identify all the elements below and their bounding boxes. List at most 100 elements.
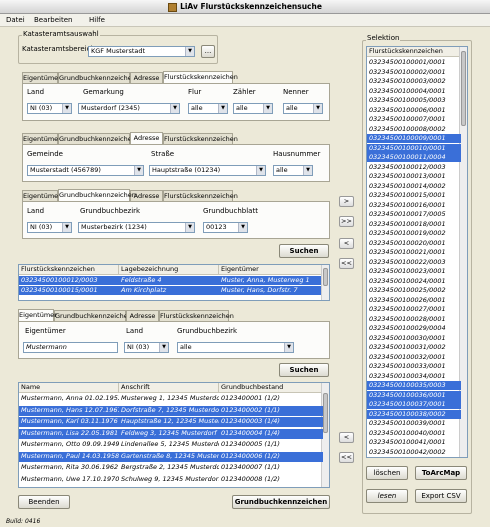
list-item[interactable]: 03234500100021/0001 bbox=[367, 248, 461, 257]
zaehler-select[interactable]: alle ▼ bbox=[233, 103, 273, 114]
list-item[interactable]: 03234500100026/0001 bbox=[367, 296, 461, 305]
lesen-button[interactable]: lesen bbox=[366, 489, 408, 503]
tab-adresse[interactable]: Adresse bbox=[126, 310, 159, 321]
tab-flurstueckskennzeichen[interactable]: Flurstückskennzeichen bbox=[163, 133, 238, 144]
list-item[interactable]: 03234500100032/0001 bbox=[367, 353, 461, 362]
list-item[interactable]: 03234500100018/0001 bbox=[367, 220, 461, 229]
list-item[interactable]: 03234500100013/0001 bbox=[367, 172, 461, 181]
table-row[interactable]: 03234500100015/0001 Am Kirchplatz Muster, … bbox=[19, 286, 323, 295]
add-all-button[interactable]: >> bbox=[339, 216, 354, 227]
eigentuemer-input[interactable]: Mustermann bbox=[23, 342, 118, 353]
land-select[interactable]: NI (03) ▼ bbox=[27, 222, 72, 233]
tab-flurstueckskennzeichen[interactable]: Flurstückskennzeichen bbox=[163, 190, 238, 201]
export-csv-button[interactable]: Export CSV bbox=[415, 489, 467, 503]
suchen-button-1[interactable]: Suchen bbox=[279, 244, 329, 258]
table-row[interactable]: Mustermann, Lisa 22.05.1981 Feldweg 3, 12… bbox=[19, 428, 323, 439]
remove-all-button[interactable]: << bbox=[339, 452, 354, 463]
gemarkung-select[interactable]: Musterdorf (2345) ▼ bbox=[78, 103, 180, 114]
tab-flurstueckskennzeichen[interactable]: Flurstückskennzeichen bbox=[159, 310, 234, 321]
list-item[interactable]: 03234500100035/0003 bbox=[367, 381, 461, 390]
list-item[interactable]: 03234500100027/0001 bbox=[367, 305, 461, 314]
tab-flurstueckskennzeichen[interactable]: Flurstückskennzeichen bbox=[163, 71, 238, 83]
column-header[interactable]: Anschrift bbox=[119, 383, 219, 393]
list-item[interactable]: 03234500100008/0002 bbox=[367, 125, 461, 134]
list-item[interactable]: 03234500100003/0002 bbox=[367, 77, 461, 86]
column-header[interactable]: Name bbox=[19, 383, 119, 393]
tab-grundbuchkennzeichen[interactable]: Grundbuchkennzeichen bbox=[58, 72, 136, 83]
list-item[interactable]: 03234500100010/0001 bbox=[367, 143, 461, 153]
remove-selection-button[interactable]: < bbox=[339, 432, 354, 443]
tab-adresse[interactable]: Adresse bbox=[130, 72, 163, 83]
table-row[interactable]: 03234500100012/0003 Feldstraße 4 Muster, A… bbox=[19, 276, 323, 285]
strasse-select[interactable]: Hauptstraße (01234) ▼ bbox=[149, 165, 266, 176]
tab-grundbuchkennzeichen[interactable]: Grundbuchkennzeichen bbox=[58, 133, 136, 144]
menu-hilfe[interactable]: Hilfe bbox=[89, 16, 105, 24]
list-item[interactable]: 03234500100034/0001 bbox=[367, 372, 461, 381]
column-header[interactable]: Flurstückskennzeichen bbox=[19, 265, 119, 275]
gemeinde-select[interactable]: Musterstadt (456789) ▼ bbox=[27, 165, 144, 176]
table-row[interactable]: Mustermann, Hans 12.07.1967 Dorfstraße 7,… bbox=[19, 405, 323, 416]
list-item[interactable]: 03234500100037/0001 bbox=[367, 400, 461, 409]
list-item[interactable]: 03234500100036/0001 bbox=[367, 390, 461, 400]
list-item[interactable]: 03234500100025/0002 bbox=[367, 286, 461, 295]
list-item[interactable]: 03234500100030/0001 bbox=[367, 334, 461, 343]
land-select[interactable]: NI (03) ▼ bbox=[124, 342, 169, 353]
tab-eigentuemer[interactable]: Eigentümer bbox=[22, 133, 61, 144]
menu-bearbeiten[interactable]: Bearbeiten bbox=[34, 16, 72, 24]
list-item[interactable]: 03234500100029/0004 bbox=[367, 324, 461, 333]
table-row[interactable]: Mustermann, Uwe 17.10.1970 Schulweg 9, 12… bbox=[19, 475, 323, 485]
grundbuchblatt-select[interactable]: 00123 ▼ bbox=[203, 222, 248, 233]
suchen-button-2[interactable]: Suchen bbox=[279, 363, 329, 377]
list-item[interactable]: 03234500100042/0002 bbox=[367, 448, 461, 457]
list-item[interactable]: 03234500100022/0003 bbox=[367, 258, 461, 267]
katasteramt-browse-button[interactable]: ... bbox=[201, 45, 215, 58]
list-item[interactable]: 03234500100009/0001 bbox=[367, 134, 461, 143]
grundbuchkennzeichen-button[interactable]: Grundbuchkennzeichen bbox=[232, 495, 330, 509]
table-row[interactable]: Mustermann, Anna 01.02.1953 Musterweg 1, … bbox=[19, 394, 323, 404]
tab-adresse[interactable]: Adresse bbox=[130, 132, 163, 144]
list-item[interactable]: 03234500100016/0001 bbox=[367, 201, 461, 210]
column-header[interactable]: Lagebezeichnung bbox=[119, 265, 219, 275]
table-row[interactable]: Mustermann, Paul 14.03.1958 Gartenstraße … bbox=[19, 451, 323, 462]
list-item[interactable]: 03234500100019/0002 bbox=[367, 229, 461, 238]
list-item[interactable]: 03234500100020/0001 bbox=[367, 239, 461, 248]
list-item[interactable]: 03234500100012/0003 bbox=[367, 163, 461, 172]
land-select[interactable]: NI (03) ▼ bbox=[27, 103, 72, 114]
list-item[interactable]: 03234500100007/0001 bbox=[367, 115, 461, 124]
grundbuchbezirk-select[interactable]: alle ▼ bbox=[177, 342, 294, 353]
column-header[interactable]: Grundbuchbestand bbox=[219, 383, 323, 393]
list-item[interactable]: 03234500100014/0002 bbox=[367, 182, 461, 191]
list-item[interactable]: 03234500100041/0001 bbox=[367, 438, 461, 447]
list-item[interactable]: 03234500100001/0001 bbox=[367, 58, 461, 67]
list-item[interactable]: 03234500100002/0001 bbox=[367, 68, 461, 77]
list-item[interactable]: 03234500100023/0001 bbox=[367, 267, 461, 276]
table-row[interactable]: Mustermann, Rita 30.06.1962 Bergstraße 2,… bbox=[19, 463, 323, 473]
remove-selection-button[interactable]: < bbox=[339, 238, 354, 249]
loeschen-button[interactable]: löschen bbox=[366, 466, 408, 480]
list-item[interactable]: 03234500100033/0001 bbox=[367, 362, 461, 371]
add-selection-button[interactable]: > bbox=[339, 196, 354, 207]
tab-grundbuchkennzeichen[interactable]: Grundbuchkennzeichen bbox=[54, 310, 132, 321]
table-row[interactable]: Mustermann, Otto 09.09.1949 Lindenallee 5… bbox=[19, 440, 323, 450]
toarcmap-button[interactable]: ToArcMap bbox=[415, 466, 467, 480]
list-item[interactable]: 03234500100031/0002 bbox=[367, 343, 461, 352]
list-item[interactable]: 03234500100011/0004 bbox=[367, 153, 461, 162]
list-item[interactable]: 03234500100039/0001 bbox=[367, 419, 461, 428]
beenden-button[interactable]: Beenden bbox=[18, 495, 70, 509]
remove-all-button[interactable]: << bbox=[339, 258, 354, 269]
list-item[interactable]: 03234500100040/0001 bbox=[367, 429, 461, 438]
list-item[interactable]: 03234500100024/0001 bbox=[367, 277, 461, 286]
table-row[interactable]: Mustermann, Karl 03.11.1976 Hauptstraße 1… bbox=[19, 417, 323, 427]
list-item[interactable]: 03234500100028/0001 bbox=[367, 315, 461, 324]
katasteramtsbereich-select[interactable]: KGF Musterstadt ▼ bbox=[88, 46, 195, 57]
flur-select[interactable]: alle ▼ bbox=[188, 103, 228, 114]
list-item[interactable]: 03234500100005/0003 bbox=[367, 96, 461, 105]
list-item[interactable]: 03234500100006/0001 bbox=[367, 106, 461, 115]
tab-eigentuemer[interactable]: Eigentümer bbox=[22, 72, 61, 83]
tab-grundbuchkennzeichen[interactable]: Grundbuchkennzeichen bbox=[58, 189, 136, 201]
list-item[interactable]: 03234500100038/0002 bbox=[367, 409, 461, 419]
grundbuchbezirk-select[interactable]: Musterbezirk (1234) ▼ bbox=[78, 222, 195, 233]
tab-eigentuemer[interactable]: Eigentümer bbox=[18, 309, 57, 321]
tab-eigentuemer[interactable]: Eigentümer bbox=[22, 190, 61, 201]
list-item[interactable]: 03234500100017/0005 bbox=[367, 210, 461, 219]
